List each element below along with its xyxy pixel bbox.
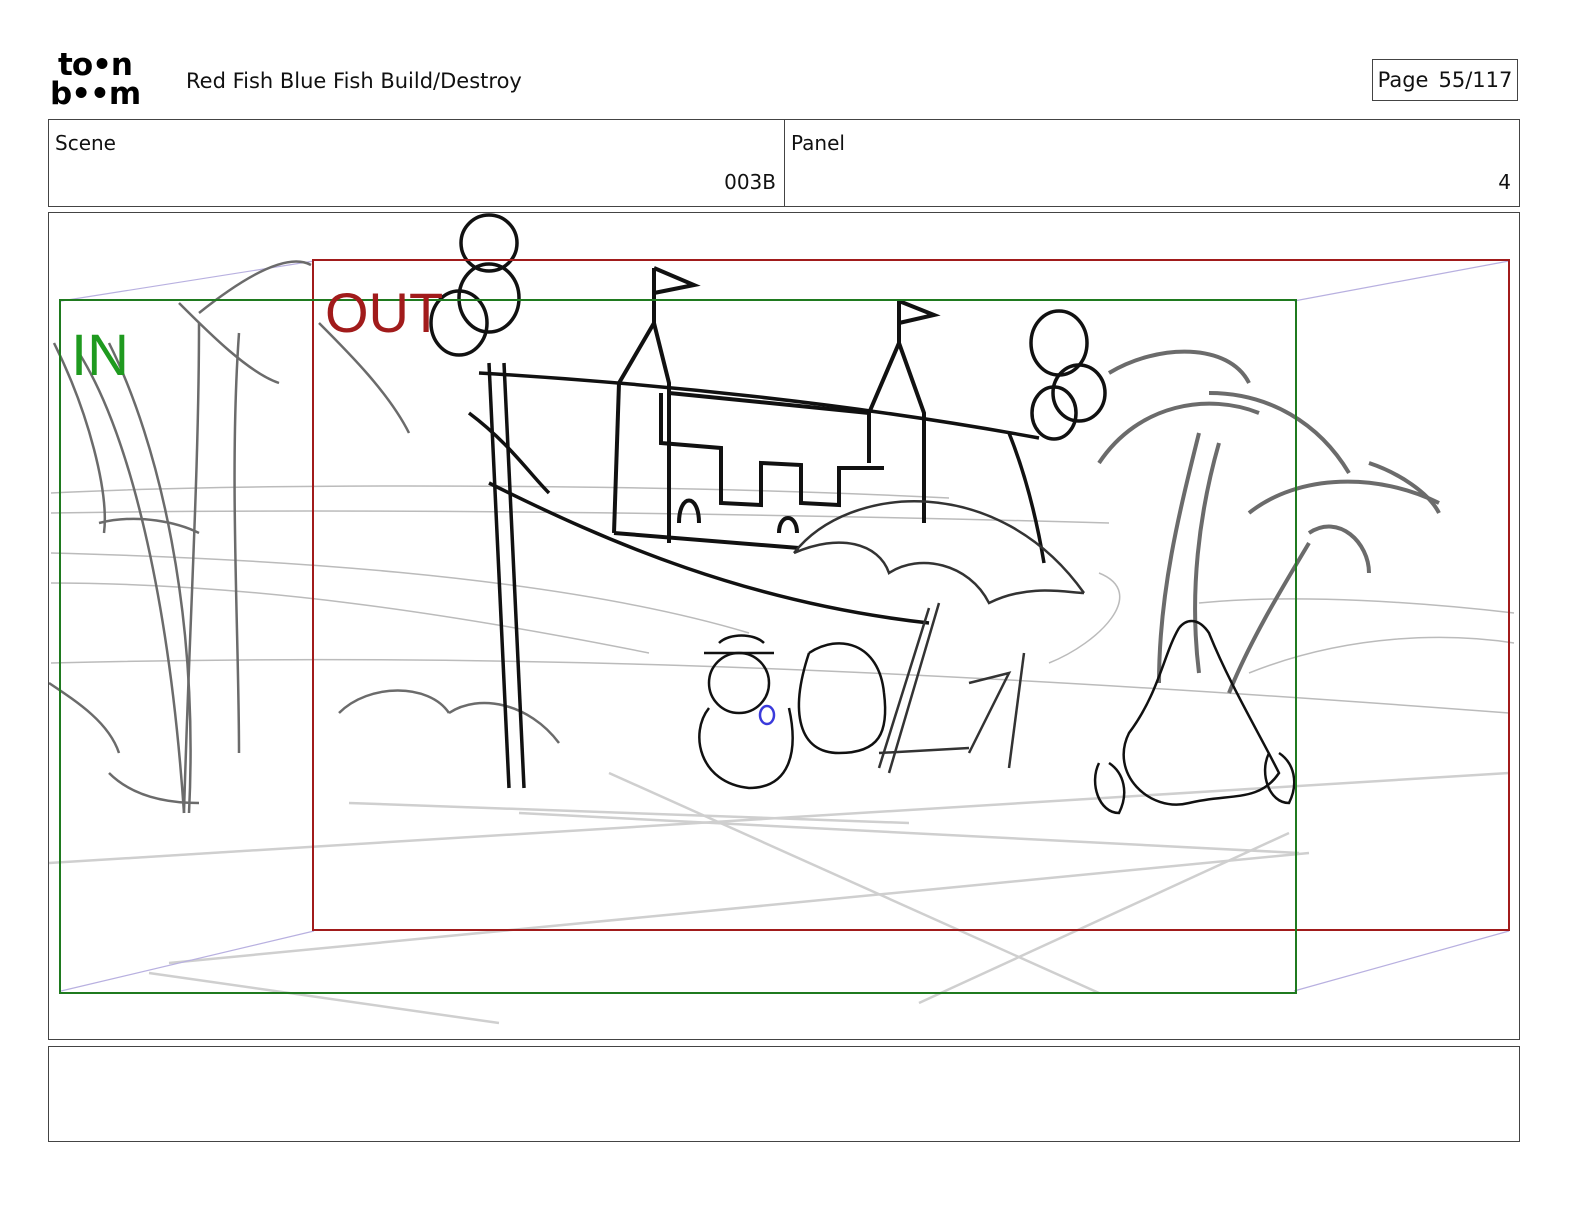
page-indicator: Page 55/117	[1372, 59, 1518, 101]
perspective-guides	[60, 260, 1510, 992]
out-frame	[312, 259, 1510, 931]
out-label: OUT	[325, 281, 443, 344]
notes-box	[48, 1046, 1520, 1142]
storyboard-sketch: OUT IN	[49, 213, 1515, 1025]
scene-label: Scene	[55, 131, 116, 155]
logo-line-bottom: b••m	[50, 76, 141, 112]
document-title: Red Fish Blue Fish Build/Destroy	[186, 69, 522, 93]
castle-drawing	[612, 266, 941, 550]
characters	[698, 619, 1296, 815]
scene-cell: Scene 003B	[49, 120, 785, 206]
ground-grid	[49, 771, 1510, 1025]
toon-boom-logo: to•n b••m	[50, 50, 164, 112]
scene-panel-info: Scene 003B Panel 4	[48, 119, 1520, 207]
panel-value: 4	[1498, 170, 1511, 194]
in-frame	[59, 299, 1297, 994]
panel-label: Panel	[791, 131, 845, 155]
panel-cell: Panel 4	[785, 120, 1519, 206]
storyboard-drawing: OUT IN	[48, 212, 1520, 1040]
page-number: 55/117	[1438, 68, 1513, 92]
right-palm-trees	[1097, 349, 1441, 694]
scene-value: 003B	[724, 170, 776, 194]
page-label: Page	[1377, 68, 1429, 92]
in-label: IN	[71, 323, 129, 388]
blue-badge-icon	[758, 704, 776, 726]
